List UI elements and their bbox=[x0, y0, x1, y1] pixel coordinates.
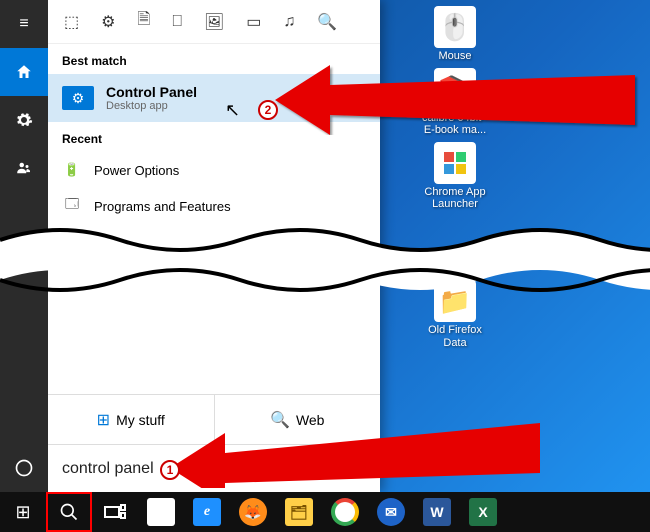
search-field-row bbox=[48, 444, 380, 492]
cortana-icon bbox=[14, 458, 34, 478]
recent-heading: Recent bbox=[48, 122, 380, 152]
taskbar-firefox[interactable]: 🦊 bbox=[230, 492, 276, 532]
taskbar-word[interactable]: W bbox=[414, 492, 460, 532]
cortana-button[interactable] bbox=[0, 444, 48, 492]
callout-badge-2: 2 bbox=[258, 100, 278, 120]
recent-power-options[interactable]: 🔋 Power Options bbox=[48, 152, 380, 188]
settings-button[interactable] bbox=[0, 96, 48, 144]
task-view-button[interactable] bbox=[92, 492, 138, 532]
people-icon bbox=[15, 159, 33, 177]
best-match-result[interactable]: ⚙ Control Panel Desktop app bbox=[48, 74, 380, 122]
search-icon: 🔍 bbox=[270, 410, 290, 430]
filter-settings-icon[interactable]: ⚙ bbox=[101, 12, 115, 32]
mouse-icon: 🖱️ bbox=[434, 6, 476, 48]
callout-badge-1: 1 bbox=[160, 460, 180, 480]
desktop-icon-label: Old Firefox Data bbox=[415, 324, 495, 348]
desktop-icon-label: Mouse bbox=[438, 50, 471, 62]
taskbar-thunderbird[interactable]: ✉ bbox=[368, 492, 414, 532]
hamburger-button[interactable]: ≡ bbox=[0, 0, 48, 48]
recent-programs-features[interactable]: 🗔 Programs and Features bbox=[48, 188, 380, 224]
tab-web[interactable]: 🔍 Web bbox=[215, 395, 381, 444]
tab-label: My stuff bbox=[116, 412, 165, 428]
windows-logo-icon: ⊞ bbox=[97, 410, 110, 430]
desktop-icon-old-firefox[interactable]: 📁 Old Firefox Data bbox=[415, 280, 495, 348]
taskbar-explorer[interactable]: 🗂 bbox=[276, 492, 322, 532]
programs-icon: 🗔 bbox=[62, 196, 82, 216]
taskbar-excel[interactable]: X bbox=[460, 492, 506, 532]
home-button[interactable] bbox=[0, 48, 48, 96]
filter-video-icon[interactable]: ▭ bbox=[246, 12, 261, 32]
filter-all-icon[interactable]: ⬚ bbox=[64, 12, 79, 32]
desktop-icon-chrome-launcher[interactable]: Chrome App Launcher bbox=[415, 142, 495, 210]
filter-photo-icon[interactable]: 🖼 bbox=[204, 12, 224, 32]
search-results-panel: ⬚ ⚙ 🗎 ⎕ 🖼 ▭ ♫ 🔍 Best match ⚙ Control Pan… bbox=[48, 0, 380, 492]
tab-label: Web bbox=[296, 412, 325, 428]
desktop-icon-label: calibre 64bit - E-book ma... bbox=[415, 112, 495, 136]
desktop-icon-calibre[interactable]: 📚 calibre 64bit - E-book ma... bbox=[415, 68, 495, 136]
taskbar-chrome[interactable] bbox=[322, 492, 368, 532]
filter-search-icon[interactable]: 🔍 bbox=[317, 12, 337, 32]
gear-icon bbox=[15, 111, 33, 129]
folder-icon: 📁 bbox=[434, 280, 476, 322]
power-icon: 🔋 bbox=[62, 160, 82, 180]
contacts-button[interactable] bbox=[0, 144, 48, 192]
taskbar-search-button[interactable] bbox=[46, 492, 92, 532]
taskbar-store[interactable] bbox=[138, 492, 184, 532]
desktop-icons-column: 🖱️ Mouse 📚 calibre 64bit - E-book ma... … bbox=[390, 0, 520, 355]
desktop-icon-mouse[interactable]: 🖱️ Mouse bbox=[415, 6, 495, 62]
calibre-icon: 📚 bbox=[434, 68, 476, 110]
home-icon bbox=[15, 63, 33, 81]
taskbar: ⊞ e 🦊 🗂 ✉ W X bbox=[0, 492, 650, 532]
mouse-cursor-icon: ↖ bbox=[225, 100, 240, 121]
task-view-icon bbox=[104, 504, 126, 520]
best-match-heading: Best match bbox=[48, 44, 380, 74]
desktop-icon-label: Chrome App Launcher bbox=[415, 186, 495, 210]
tab-my-stuff[interactable]: ⊞ My stuff bbox=[48, 395, 215, 444]
filter-document-icon[interactable]: 🗎 bbox=[137, 8, 150, 35]
apps-icon bbox=[434, 142, 476, 184]
recent-label: Power Options bbox=[94, 163, 179, 178]
search-icon bbox=[59, 502, 79, 522]
taskbar-ie[interactable]: e bbox=[184, 492, 230, 532]
start-search-panel: ≡ ⬚ ⚙ 🗎 ⎕ 🖼 ▭ ♫ 🔍 Best match ⚙ bbox=[0, 0, 380, 492]
filter-folder-icon[interactable]: ⎕ bbox=[172, 13, 182, 31]
recent-label: Programs and Features bbox=[94, 199, 231, 214]
search-input[interactable] bbox=[62, 460, 366, 478]
search-panel-bottom: ⊞ My stuff 🔍 Web bbox=[48, 394, 380, 492]
filter-music-icon[interactable]: ♫ bbox=[283, 13, 295, 31]
filter-icon-row: ⬚ ⚙ 🗎 ⎕ 🖼 ▭ ♫ 🔍 bbox=[48, 0, 380, 44]
start-left-rail: ≡ bbox=[0, 0, 48, 492]
control-panel-icon: ⚙ bbox=[62, 86, 94, 110]
start-button[interactable]: ⊞ bbox=[0, 492, 46, 532]
best-match-title: Control Panel bbox=[106, 84, 197, 100]
best-match-subtitle: Desktop app bbox=[106, 100, 197, 112]
scope-tabs: ⊞ My stuff 🔍 Web bbox=[48, 394, 380, 444]
